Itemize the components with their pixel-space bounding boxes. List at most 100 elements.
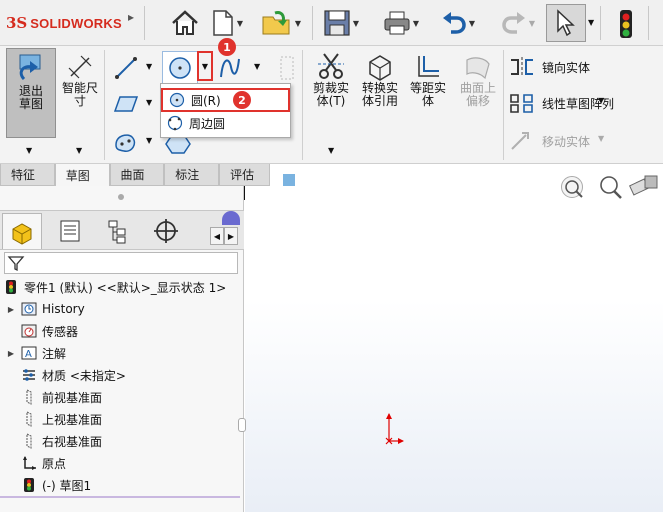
select-button[interactable] — [546, 4, 586, 42]
tree-root-part[interactable]: 零件1 (默认) <<默认>_显示状态 1> — [0, 276, 240, 298]
mirror-entities-button[interactable]: 镜向实体 — [508, 54, 658, 80]
tab-dimxpertmanager[interactable] — [146, 213, 186, 249]
redo-icon — [502, 12, 525, 34]
convert-entities-button[interactable]: 转换实体引用 — [356, 52, 404, 122]
move-entities-label: 移动实体 — [542, 134, 591, 149]
tree-item-label: 上视基准面 — [42, 412, 103, 427]
command-manager-tabs: 特征 草图 曲面 标注 评估 — [0, 164, 270, 186]
plane-icon — [20, 432, 38, 450]
expand-arrow-icon[interactable]: ▸ — [128, 10, 138, 36]
solidworks-logo: 3S SOLIDWORKS — [6, 12, 126, 34]
linear-pattern-button[interactable]: 线性草图阵列 — [508, 90, 658, 116]
chevron-down-icon[interactable]: ▼ — [146, 98, 152, 107]
display-manager-icon[interactable] — [222, 211, 240, 225]
chevron-down-icon[interactable]: ▼ — [254, 62, 260, 71]
rectangle-button[interactable] — [110, 88, 142, 120]
mirror-entities-label: 镜向实体 — [542, 60, 591, 75]
plane-icon — [20, 410, 38, 428]
arc-button[interactable] — [214, 52, 246, 84]
circle-button[interactable] — [162, 51, 198, 85]
chevron-down-icon[interactable]: ▼ — [76, 146, 82, 155]
tab-features[interactable]: 特征 — [0, 164, 55, 186]
tab-scroll-left[interactable]: ◀ — [210, 227, 224, 245]
tree-item-material[interactable]: 材质 <未指定> — [0, 364, 240, 386]
rebuild-button[interactable] — [617, 8, 635, 40]
tree-item-sketch1[interactable]: (-) 草图1 — [0, 474, 240, 496]
offset-surface-icon — [466, 57, 490, 80]
tree-item-label: 注解 — [42, 346, 67, 361]
rollback-bar[interactable] — [0, 496, 240, 498]
previous-view-icon[interactable] — [628, 172, 659, 200]
annotation-icon: A — [20, 344, 38, 362]
chevron-down-icon[interactable]: ▼ — [146, 136, 152, 145]
tab-featuremanager[interactable] — [2, 213, 42, 249]
circle-menu-label: 圆(R) — [191, 93, 221, 108]
exit-sketch-icon — [19, 54, 41, 81]
perimeter-circle-menu-item[interactable]: 周边圆 — [161, 112, 290, 134]
tab-markup[interactable]: 标注 — [164, 164, 220, 186]
tree-item-sensors[interactable]: 传感器 — [0, 320, 240, 342]
home-button[interactable] — [165, 6, 205, 40]
tree-item-label: (-) 草图1 — [42, 478, 92, 493]
scissors-icon — [318, 53, 344, 79]
open-button[interactable]: ▼ — [258, 6, 304, 40]
chevron-down-icon: ▼ — [352, 18, 360, 28]
chevron-down-icon: ▼ — [294, 18, 302, 28]
traffic-light-icon — [620, 10, 632, 38]
move-entities-icon — [511, 132, 529, 150]
tree-item-label: 右视基准面 — [42, 434, 103, 449]
circle-menu-item[interactable]: 圆(R) — [161, 88, 290, 112]
offset-surface-button[interactable]: 曲面上偏移 — [454, 52, 502, 122]
circle-dropdown-arrow[interactable]: ▼ — [197, 51, 213, 81]
exit-sketch-button[interactable]: 退出草图 — [6, 48, 56, 138]
tree-item-history[interactable]: ▶ History — [0, 298, 240, 320]
print-button[interactable]: ▼ — [378, 6, 424, 40]
zoom-area-icon[interactable] — [597, 174, 623, 200]
tree-item-front-plane[interactable]: 前视基准面 — [0, 386, 240, 408]
open-folder-icon — [262, 11, 290, 35]
new-button[interactable]: ▼ — [207, 6, 247, 40]
linear-pattern-icon — [510, 94, 533, 113]
chevron-down-icon: ▼ — [528, 18, 536, 28]
featuremanager-icon — [12, 222, 32, 245]
line-button[interactable] — [110, 52, 142, 84]
redo-button[interactable]: ▼ — [495, 6, 541, 40]
graphics-area[interactable] — [245, 175, 663, 512]
feature-tree-filter[interactable] — [4, 252, 238, 274]
ds-logo-mark: 3S — [6, 14, 28, 32]
zoom-to-fit-icon[interactable] — [561, 176, 583, 198]
tree-item-top-plane[interactable]: 上视基准面 — [0, 408, 240, 430]
chevron-down-icon[interactable]: ▼ — [146, 62, 152, 71]
chevron-down-icon[interactable]: ▼ — [588, 18, 594, 27]
chevron-down-icon[interactable]: ▼ — [598, 96, 604, 105]
chevron-down-icon[interactable]: ▼ — [26, 146, 32, 155]
tab-propertymanager[interactable] — [50, 213, 90, 249]
command-manager-ribbon: 退出草图 ▼ 智能尺寸 ▼ ▼ ▼ ▼ ▼ 1 ▼ 剪裁实体(T) 转换实体引用… — [0, 38, 663, 200]
tab-scroll-right[interactable]: ▶ — [224, 227, 238, 245]
tree-item-origin[interactable]: 原点 — [0, 452, 240, 474]
move-entities-button[interactable]: 移动实体 — [508, 128, 658, 154]
tab-evaluate[interactable]: 评估 — [219, 164, 270, 186]
tab-sketch[interactable]: 草图 — [54, 164, 110, 186]
sketch-fillet-icon — [278, 54, 296, 82]
save-button[interactable]: ▼ — [318, 6, 364, 40]
spline-button[interactable] — [110, 126, 142, 158]
offset-entities-button[interactable]: 等距实体 — [406, 52, 450, 122]
tab-configurationmanager[interactable] — [98, 213, 138, 249]
brand-name: SOLIDWORKS — [30, 15, 122, 31]
perimeter-circle-menu-label: 周边圆 — [189, 116, 226, 131]
tab-surfaces[interactable]: 曲面 — [109, 164, 165, 186]
smart-dimension-button[interactable]: 智能尺寸 — [58, 52, 102, 122]
panel-grip-icon[interactable] — [118, 194, 124, 200]
home-icon — [172, 10, 198, 35]
tree-item-right-plane[interactable]: 右视基准面 — [0, 430, 240, 452]
chevron-down-icon[interactable]: ▼ — [598, 134, 604, 143]
parallelogram-icon — [113, 96, 139, 112]
svg-text:A: A — [25, 349, 32, 360]
perimeter-circle-icon — [167, 115, 183, 131]
chevron-down-icon[interactable]: ▼ — [328, 146, 334, 155]
tree-item-annotations[interactable]: ▶ A 注解 — [0, 342, 240, 364]
undo-button[interactable]: ▼ — [435, 6, 481, 40]
arc-icon — [220, 58, 240, 78]
trim-entities-button[interactable]: 剪裁实体(T) — [308, 52, 354, 122]
